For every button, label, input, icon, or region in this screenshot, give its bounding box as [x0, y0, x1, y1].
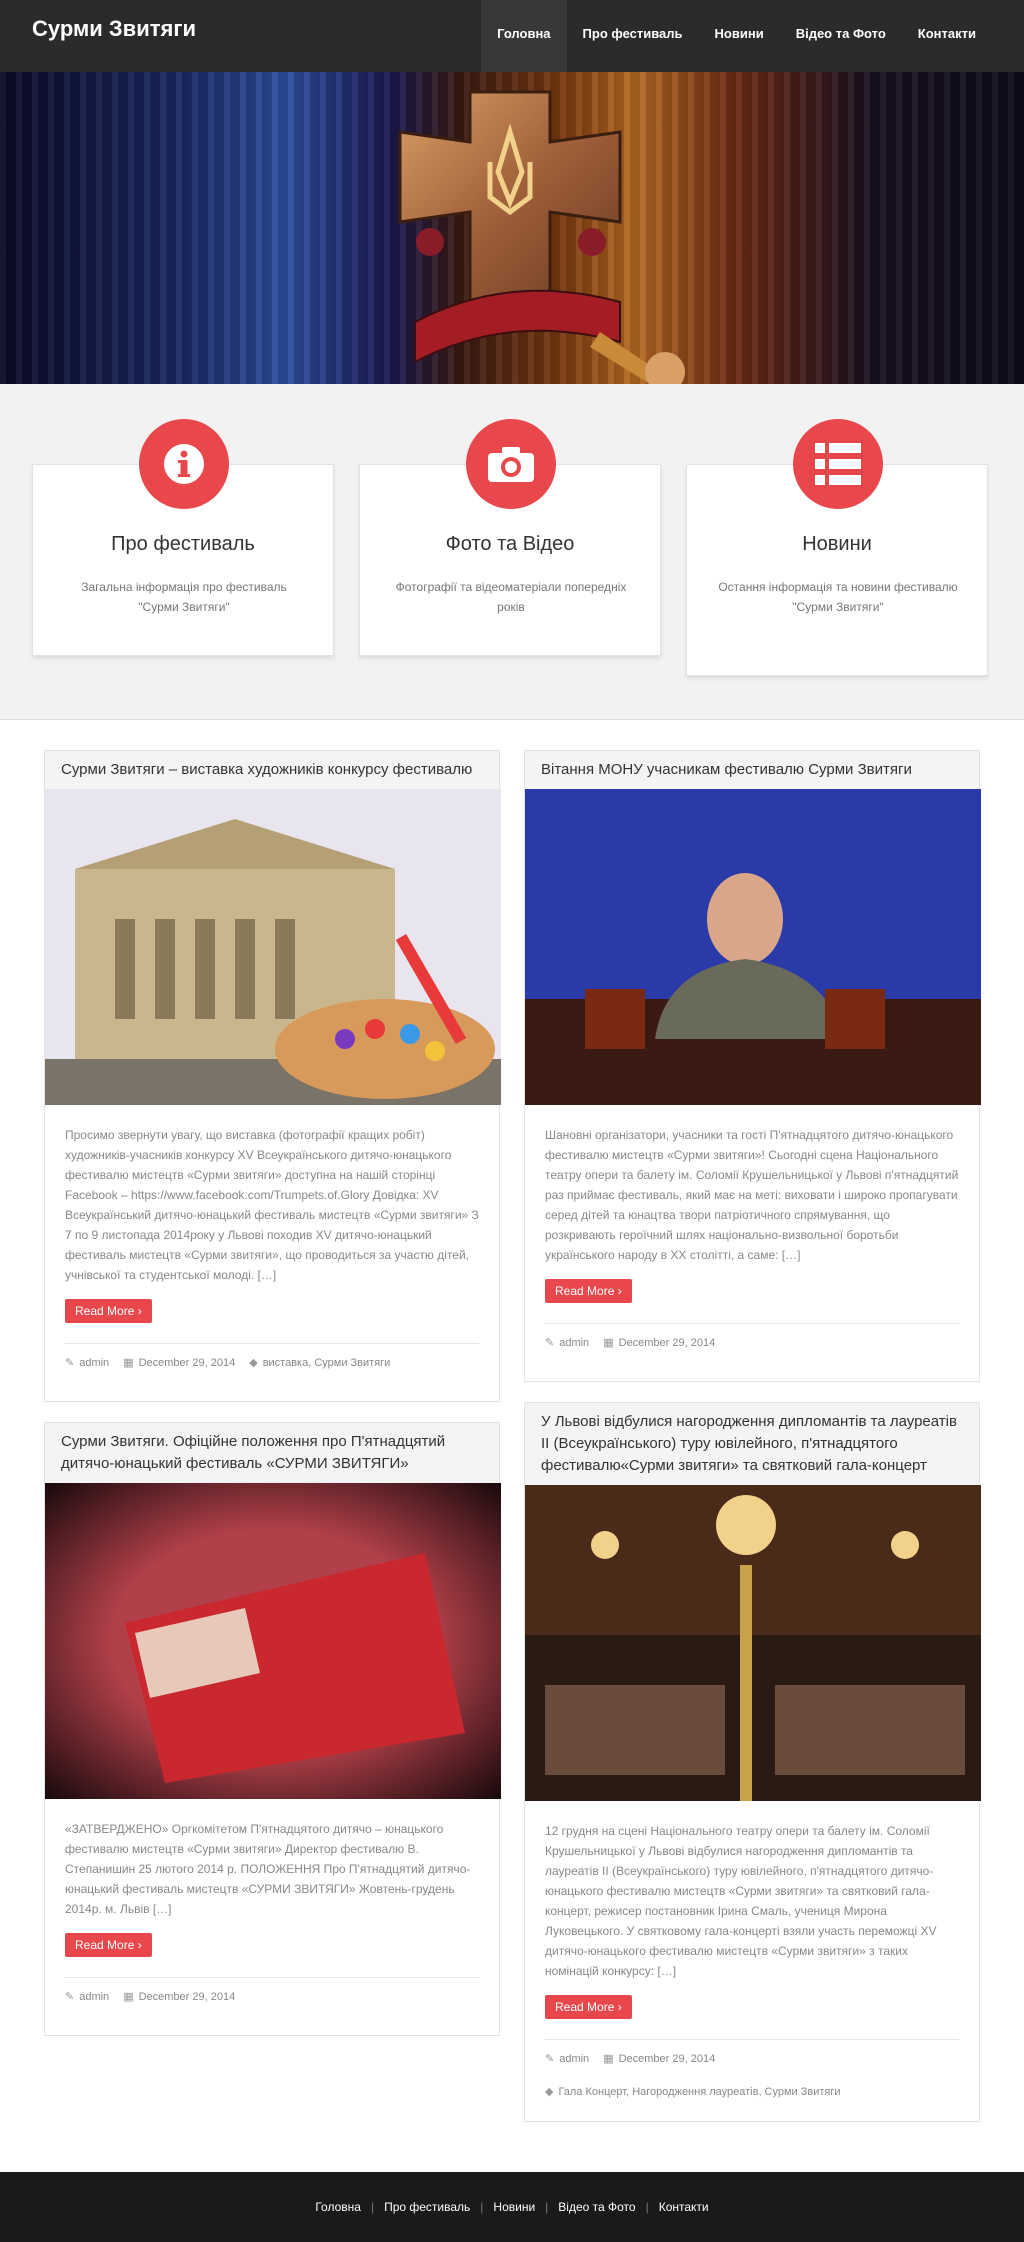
post-image-regulations-booklet[interactable] [45, 1483, 501, 1799]
post-author[interactable]: admin [559, 2053, 589, 2065]
post-meta: ✎ admin ▦ December 29, 2014 [525, 1324, 979, 1350]
post-date[interactable]: December 29, 2014 [619, 2053, 716, 2065]
list-icon[interactable] [793, 419, 883, 509]
nav-item-media[interactable]: Відео та Фото [780, 0, 902, 72]
read-more-label: Read More [75, 1304, 135, 1318]
read-more-button[interactable]: Read More › [545, 1995, 632, 2019]
post-image-gala-concert[interactable] [525, 1485, 981, 1801]
read-more-label: Read More [75, 1938, 135, 1952]
post-excerpt: «ЗАТВЕРДЖЕНО» Оргкомітетом П'ятнадцятого… [65, 1822, 471, 1916]
post-author[interactable]: admin [79, 1991, 109, 2003]
post-tags[interactable]: Гала Концерт, Нагородження лауреатів, Су… [558, 2086, 840, 2098]
footer-link-home[interactable]: Головна [305, 2200, 371, 2214]
post-card: Сурми Звитяги – виставка художників конк… [44, 750, 501, 1402]
hero-banner [0, 72, 1024, 384]
feature-desc: Загальна інформація про фестиваль "Сурми… [81, 580, 287, 614]
read-more-button[interactable]: Read More › [65, 1299, 152, 1323]
post-card: Вітання МОНУ учасникам фестивалю Сурми З… [524, 750, 981, 1382]
site-title[interactable]: Сурми Звитяги [32, 16, 196, 42]
feature-desc: Фотографії та відеоматеріали попередніх … [395, 580, 627, 614]
footer-link-news[interactable]: Новини [483, 2200, 545, 2214]
read-more-button[interactable]: Read More › [65, 1933, 152, 1957]
post-title[interactable]: Вітання МОНУ учасникам фестивалю Сурми З… [525, 751, 979, 789]
calendar-icon: ▦ [603, 2053, 614, 2065]
post-date[interactable]: December 29, 2014 [139, 1357, 236, 1369]
feature-title[interactable]: Новини [687, 533, 987, 556]
nav-item-news[interactable]: Новини [699, 0, 780, 72]
post-date[interactable]: December 29, 2014 [619, 1337, 716, 1349]
footer-link-media[interactable]: Відео та Фото [548, 2200, 645, 2214]
feature-card-media[interactable]: Фото та Відео Фотографії та відеоматеріа… [359, 419, 661, 656]
pencil-icon: ✎ [545, 2053, 555, 2065]
post-title[interactable]: Сурми Звитяги. Офіційне положення про П'… [45, 1423, 499, 1483]
pencil-icon: ✎ [545, 1337, 555, 1349]
post-image-opera-house[interactable] [45, 789, 501, 1105]
nav-item-contacts[interactable]: Контакти [902, 0, 992, 72]
pencil-icon: ✎ [65, 1991, 75, 2003]
post-image-minister[interactable] [525, 789, 981, 1105]
post-tags[interactable]: виставка, Сурми Звитяги [263, 1357, 391, 1369]
post-meta: ✎ admin ▦ December 29, 2014 ◆ Гала Концерт,… [525, 2040, 979, 2099]
tags-icon: ◆ [249, 1357, 258, 1369]
post-author[interactable]: admin [559, 1337, 589, 1349]
tags-icon: ◆ [545, 2086, 554, 2098]
footer-nav: Головна | Про фестиваль | Новини | Відео… [0, 2172, 1024, 2242]
post-card: У Львові відбулися нагородження дипломан… [524, 1402, 981, 2122]
feature-title[interactable]: Про фестиваль [33, 533, 333, 556]
calendar-icon: ▦ [123, 1991, 134, 2003]
post-author[interactable]: admin [79, 1357, 109, 1369]
post-excerpt: Просимо звернути увагу, що виставка (фот… [65, 1128, 479, 1282]
footer-link-contacts[interactable]: Контакти [649, 2200, 719, 2214]
post-title[interactable]: У Львові відбулися нагородження дипломан… [525, 1403, 979, 1485]
post-meta: ✎ admin ▦ December 29, 2014 [45, 1978, 499, 2004]
footer-link-about[interactable]: Про фестиваль [374, 2200, 480, 2214]
read-more-label: Read More [555, 1284, 615, 1298]
read-more-label: Read More [555, 2000, 615, 2014]
calendar-icon: ▦ [123, 1357, 134, 1369]
read-more-button[interactable]: Read More › [545, 1279, 632, 1303]
top-navbar: Сурми Звитяги Головна Про фестиваль Нови… [0, 0, 1024, 72]
feature-card-about[interactable]: Про фестиваль Загальна інформація про фе… [32, 419, 334, 656]
festival-emblem-image [398, 90, 685, 384]
features-section: Про фестиваль Загальна інформація про фе… [0, 384, 1024, 720]
post-meta: ✎ admin ▦ December 29, 2014 ◆ виставка, Сур… [45, 1344, 499, 1370]
main-nav: Головна Про фестиваль Новини Відео та Фо… [481, 0, 992, 72]
feature-desc: Остання інформація та новини фестивалю "… [718, 580, 958, 614]
nav-item-home[interactable]: Головна [481, 0, 567, 72]
info-icon[interactable] [139, 419, 229, 509]
post-excerpt: 12 грудня на сцені Національного театру … [545, 1824, 937, 1978]
calendar-icon: ▦ [603, 1337, 614, 1349]
post-date[interactable]: December 29, 2014 [139, 1991, 236, 2003]
post-card: Сурми Звитяги. Офіційне положення про П'… [44, 1422, 501, 2036]
pencil-icon: ✎ [65, 1357, 75, 1369]
camera-icon[interactable] [466, 419, 556, 509]
post-title[interactable]: Сурми Звитяги – виставка художників конк… [45, 751, 499, 789]
nav-item-about[interactable]: Про фестиваль [567, 0, 699, 72]
feature-title[interactable]: Фото та Відео [360, 533, 660, 556]
post-excerpt: Шановні організатори, учасники та гості … [545, 1128, 959, 1262]
feature-card-news[interactable]: Новини Остання інформація та новини фест… [686, 419, 988, 676]
